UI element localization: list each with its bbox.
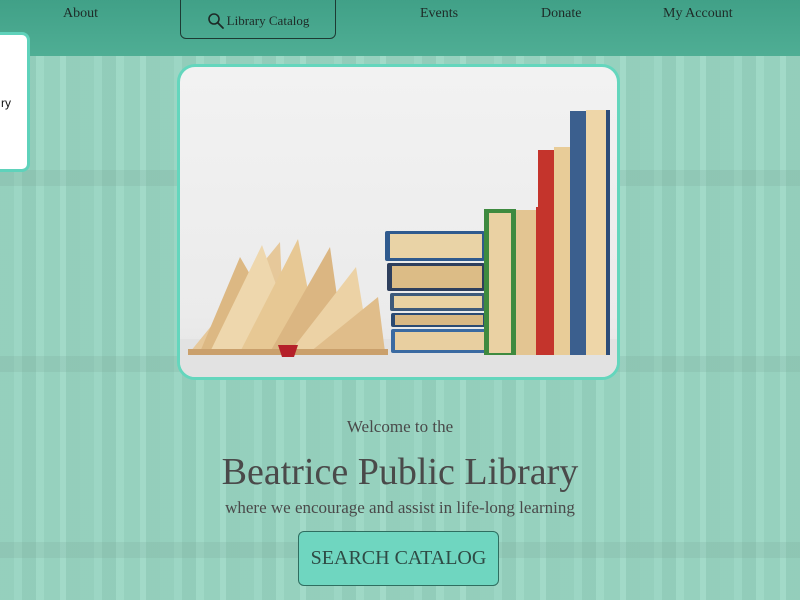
library-title: Beatrice Public Library <box>221 451 579 493</box>
welcome-text: Welcome to the <box>346 417 454 436</box>
open-book-illustration <box>188 239 388 357</box>
books-illustration <box>180 110 617 377</box>
book-stack <box>385 231 489 353</box>
nav-donate-link[interactable]: Donate <box>541 6 581 22</box>
upright-books <box>484 110 610 355</box>
search-catalog-button[interactable]: SEARCH CATALOG <box>298 531 499 586</box>
side-card-text: ry <box>1 96 11 110</box>
top-navigation: About Library Catalog Events Donate My A… <box>0 0 800 56</box>
nav-catalog-label: Library Catalog <box>226 12 310 28</box>
nav-catalog-link[interactable]: Library Catalog <box>180 0 336 39</box>
nav-events-link[interactable]: Events <box>420 6 458 22</box>
nav-about-link[interactable]: About <box>63 6 98 22</box>
side-popup-card[interactable]: ry <box>0 32 30 172</box>
nav-my-account-link[interactable]: My Account <box>663 6 733 22</box>
hero-image <box>177 64 620 380</box>
tagline: where we encourage and assist in life-lo… <box>225 498 575 517</box>
search-icon <box>207 12 224 29</box>
